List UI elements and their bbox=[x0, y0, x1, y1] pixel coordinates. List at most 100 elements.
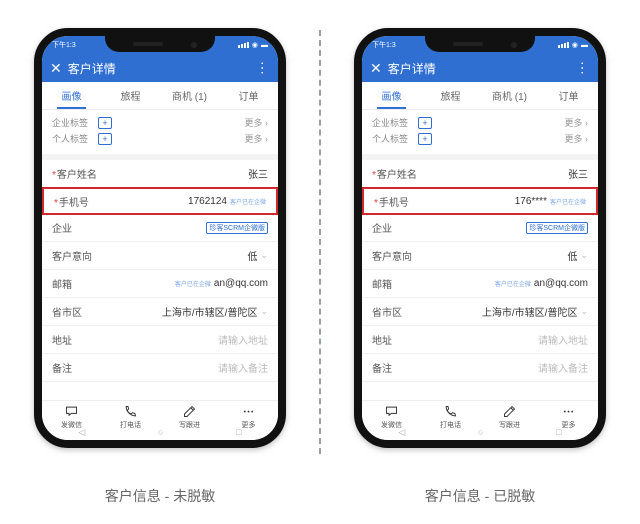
chat-icon bbox=[384, 404, 399, 419]
personal-tag-label: 个人标签 bbox=[52, 132, 98, 145]
tag-section: 企业标签+ 更多 › 个人标签+ 更多 › bbox=[42, 110, 278, 154]
tab-order[interactable]: 订单 bbox=[539, 82, 598, 109]
name-value: 张三 bbox=[568, 166, 588, 181]
tab-journey[interactable]: 旅程 bbox=[101, 82, 160, 109]
row-region[interactable]: 省市区 上海市/市辖区/普陀区⌄ bbox=[42, 298, 278, 326]
row-company[interactable]: 企业 珍客SCRM企微版 bbox=[362, 214, 598, 242]
notch bbox=[425, 36, 535, 52]
row-region[interactable]: 省市区 上海市/市辖区/普陀区⌄ bbox=[362, 298, 598, 326]
android-nav: ◁ ○ □ bbox=[362, 427, 598, 438]
add-tag-icon[interactable]: + bbox=[98, 117, 112, 129]
home-key[interactable]: ○ bbox=[158, 427, 163, 438]
tag-section: 企业标签+ 更多 › 个人标签+ 更多 › bbox=[362, 110, 598, 154]
row-company[interactable]: 企业 珍客SCRM企微版 bbox=[42, 214, 278, 242]
row-intent[interactable]: 客户意向 低⌄ bbox=[42, 242, 278, 270]
row-remark[interactable]: 备注 请输入备注 bbox=[42, 354, 278, 382]
scrm-badge: 珍客SCRM企微版 bbox=[526, 222, 588, 234]
row-name[interactable]: *客户姓名 张三 bbox=[362, 160, 598, 188]
row-email[interactable]: 邮箱 客户已在企微an@qq.com bbox=[42, 270, 278, 298]
more-icon[interactable]: ⋯ bbox=[254, 61, 271, 76]
remark-placeholder: 请输入备注 bbox=[538, 360, 588, 375]
android-nav: ◁ ○ □ bbox=[42, 427, 278, 438]
title-bar: ✕ 客户详情 ⋯ bbox=[362, 54, 598, 82]
dots-icon bbox=[561, 404, 576, 419]
tab-journey[interactable]: 旅程 bbox=[421, 82, 480, 109]
wifi-icon: ◉ bbox=[252, 41, 258, 49]
chevron-down-icon: ⌄ bbox=[260, 250, 268, 261]
row-phone[interactable]: *手机号 1762124客户已在企微 bbox=[42, 187, 278, 215]
row-remark[interactable]: 备注 请输入备注 bbox=[362, 354, 598, 382]
recent-key[interactable]: □ bbox=[556, 427, 561, 438]
chevron-down-icon: ⌄ bbox=[260, 306, 268, 317]
signal-icon bbox=[238, 42, 249, 48]
wecom-badge: 客户已在企微 bbox=[495, 279, 531, 288]
address-placeholder: 请输入地址 bbox=[218, 332, 268, 347]
tab-order[interactable]: 订单 bbox=[219, 82, 278, 109]
bottom-bar: 发微信 打电话 写跟进 更多 ◁○□ bbox=[42, 400, 278, 440]
row-address[interactable]: 地址 请输入地址 bbox=[362, 326, 598, 354]
tab-profile[interactable]: 画像 bbox=[42, 82, 101, 109]
phone-value-masked: 176**** bbox=[515, 196, 547, 207]
scrm-badge: 珍客SCRM企微版 bbox=[206, 222, 268, 234]
wecom-badge: 客户已在企微 bbox=[550, 197, 586, 206]
close-icon[interactable]: ✕ bbox=[370, 60, 382, 77]
chevron-down-icon: ⌄ bbox=[580, 250, 588, 261]
notch bbox=[105, 36, 215, 52]
remark-placeholder: 请输入备注 bbox=[218, 360, 268, 375]
row-name[interactable]: *客户姓名 张三 bbox=[42, 160, 278, 188]
row-email[interactable]: 邮箱 客户已在企微an@qq.com bbox=[362, 270, 598, 298]
recent-key[interactable]: □ bbox=[236, 427, 241, 438]
more-tags[interactable]: 更多 › bbox=[245, 132, 269, 145]
phone-icon bbox=[123, 404, 138, 419]
tab-profile[interactable]: 画像 bbox=[362, 82, 421, 109]
caption-right: 客户信息 - 已脱敏 bbox=[320, 486, 640, 506]
more-tags[interactable]: 更多 › bbox=[565, 132, 589, 145]
signal-icon bbox=[558, 42, 569, 48]
enterprise-tag-label: 企业标签 bbox=[52, 116, 98, 129]
phone-value: 1762124 bbox=[188, 196, 227, 207]
intent-value: 低 bbox=[247, 248, 257, 263]
phone-left: 下午1:3 ◉ ▬ ✕ 客户详情 ⋯ 画像 旅程 商机 (1) 订单 企业标签+… bbox=[34, 28, 286, 448]
back-key[interactable]: ◁ bbox=[78, 427, 85, 438]
personal-tag-label: 个人标签 bbox=[372, 132, 418, 145]
battery-icon: ▬ bbox=[261, 42, 268, 49]
back-key[interactable]: ◁ bbox=[398, 427, 405, 438]
more-icon[interactable]: ⋯ bbox=[574, 61, 591, 76]
battery-icon: ▬ bbox=[581, 42, 588, 49]
status-time: 下午1:3 bbox=[372, 40, 396, 50]
email-value: an@qq.com bbox=[214, 278, 268, 289]
phone-right: 下午1:3 ◉ ▬ ✕ 客户详情 ⋯ 画像 旅程 商机 (1) 订单 企业标签+… bbox=[354, 28, 606, 448]
page-title: 客户详情 bbox=[388, 60, 575, 77]
home-key[interactable]: ○ bbox=[478, 427, 483, 438]
caption-left: 客户信息 - 未脱敏 bbox=[0, 486, 320, 506]
chat-icon bbox=[64, 404, 79, 419]
wecom-badge: 客户已在企微 bbox=[175, 279, 211, 288]
edit-icon bbox=[182, 404, 197, 419]
row-address[interactable]: 地址 请输入地址 bbox=[42, 326, 278, 354]
address-placeholder: 请输入地址 bbox=[538, 332, 588, 347]
tab-bar: 画像 旅程 商机 (1) 订单 bbox=[362, 82, 598, 110]
intent-value: 低 bbox=[567, 248, 577, 263]
wifi-icon: ◉ bbox=[572, 41, 578, 49]
tab-bar: 画像 旅程 商机 (1) 订单 bbox=[42, 82, 278, 110]
row-intent[interactable]: 客户意向 低⌄ bbox=[362, 242, 598, 270]
region-value: 上海市/市辖区/普陀区 bbox=[482, 304, 578, 319]
row-phone[interactable]: *手机号 176****客户已在企微 bbox=[362, 187, 598, 215]
tab-opportunity[interactable]: 商机 (1) bbox=[160, 82, 219, 109]
name-value: 张三 bbox=[248, 166, 268, 181]
add-tag-icon[interactable]: + bbox=[418, 133, 432, 145]
close-icon[interactable]: ✕ bbox=[50, 60, 62, 77]
region-value: 上海市/市辖区/普陀区 bbox=[162, 304, 258, 319]
add-tag-icon[interactable]: + bbox=[418, 117, 432, 129]
tab-opportunity[interactable]: 商机 (1) bbox=[480, 82, 539, 109]
add-tag-icon[interactable]: + bbox=[98, 133, 112, 145]
bottom-bar: 发微信 打电话 写跟进 更多 ◁○□ bbox=[362, 400, 598, 440]
more-tags[interactable]: 更多 › bbox=[565, 116, 589, 129]
chevron-down-icon: ⌄ bbox=[580, 306, 588, 317]
email-value: an@qq.com bbox=[534, 278, 588, 289]
vertical-divider bbox=[319, 30, 321, 454]
more-tags[interactable]: 更多 › bbox=[245, 116, 269, 129]
enterprise-tag-label: 企业标签 bbox=[372, 116, 418, 129]
edit-icon bbox=[502, 404, 517, 419]
dots-icon bbox=[241, 404, 256, 419]
